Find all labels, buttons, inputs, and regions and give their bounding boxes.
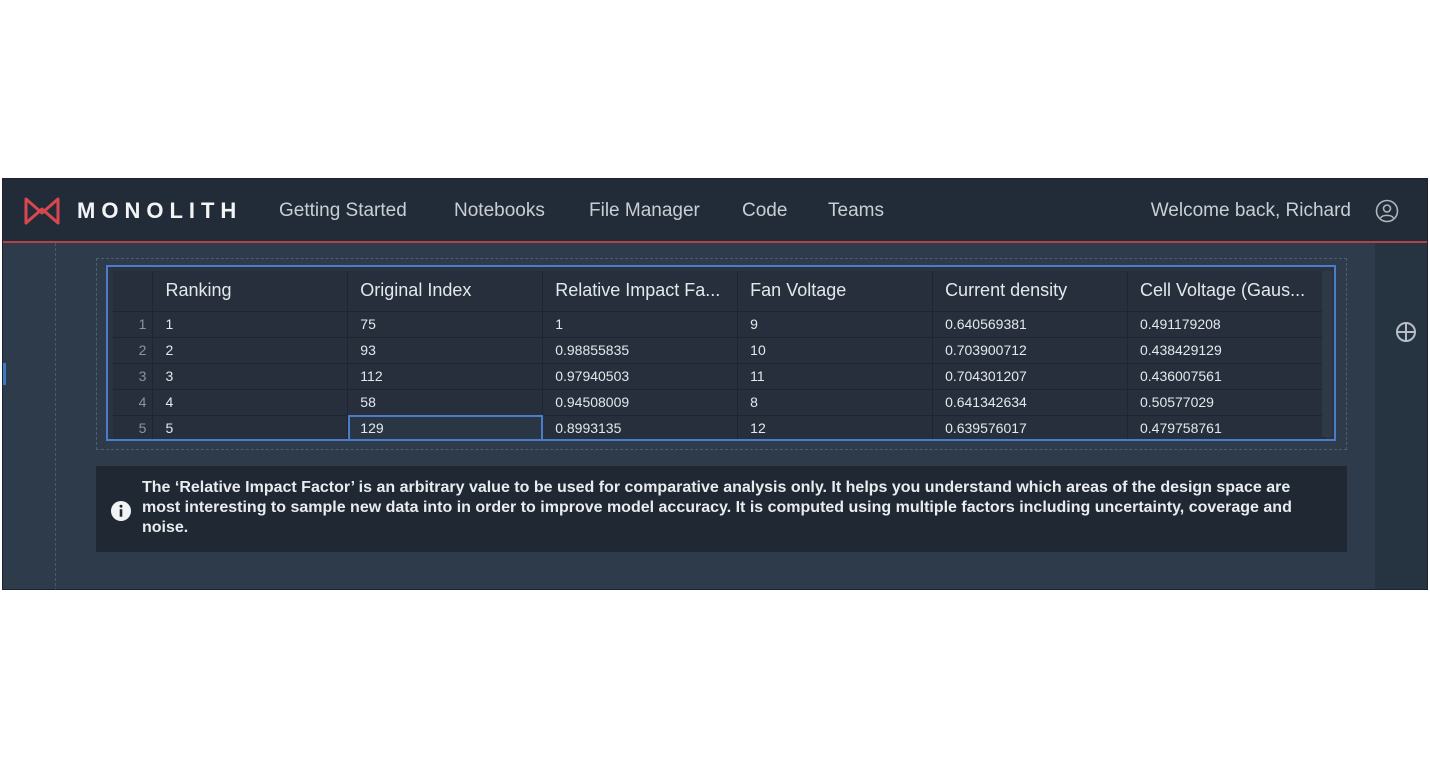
table-cell[interactable]: 0.640569381 xyxy=(932,311,1128,338)
table-cell[interactable]: 3 xyxy=(152,363,349,390)
selected-table-cell[interactable]: 129 xyxy=(347,415,544,439)
table-cell[interactable]: 93 xyxy=(347,337,544,364)
right-sidebar xyxy=(1375,243,1427,589)
table-cell[interactable]: 0.436007561 xyxy=(1127,363,1326,390)
column-header-cell-voltage[interactable]: Cell Voltage (Gaus... xyxy=(1127,271,1326,312)
table-cell[interactable]: 5 xyxy=(152,415,349,439)
table-header-row: Ranking Original Index Relative Impact F… xyxy=(113,271,1326,312)
nav-teams[interactable]: Teams xyxy=(828,201,884,221)
left-sidebar xyxy=(3,243,56,589)
table-cell[interactable]: 10 xyxy=(737,337,934,364)
table-row: 5 5 129 0.8993135 12 0.639576017 0.47975… xyxy=(113,415,1326,439)
table-cell[interactable]: 0.703900712 xyxy=(932,337,1128,364)
table-cell[interactable]: 8 xyxy=(737,389,934,416)
row-number: 1 xyxy=(113,311,154,338)
table-cell[interactable]: 2 xyxy=(152,337,349,364)
nav-file-manager[interactable]: File Manager xyxy=(589,201,700,221)
column-header-relative-impact-factor[interactable]: Relative Impact Fa... xyxy=(542,271,739,312)
table-cell[interactable]: 1 xyxy=(542,311,739,338)
table-cell[interactable]: 112 xyxy=(347,363,544,390)
column-header-original-index[interactable]: Original Index xyxy=(347,271,544,312)
column-header-fan-voltage[interactable]: Fan Voltage xyxy=(737,271,934,312)
welcome-message: Welcome back, Richard xyxy=(1150,200,1351,221)
table-row: 4 4 58 0.94508009 8 0.641342634 0.505770… xyxy=(113,389,1326,416)
app-window: MONOLITH Getting Started Notebooks File … xyxy=(2,178,1428,590)
table-cell[interactable]: 0.479758761 xyxy=(1127,415,1326,439)
table-row: 3 3 112 0.97940503 11 0.704301207 0.4360… xyxy=(113,363,1326,390)
row-number-header xyxy=(113,271,154,312)
row-number: 5 xyxy=(113,415,154,439)
table-cell[interactable]: 0.491179208 xyxy=(1127,311,1326,338)
table-row: 2 2 93 0.98855835 10 0.703900712 0.43842… xyxy=(113,337,1326,364)
globe-icon[interactable] xyxy=(1395,321,1417,343)
table-cell[interactable]: 0.97940503 xyxy=(542,363,739,390)
table-cell[interactable]: 12 xyxy=(737,415,934,439)
column-header-ranking[interactable]: Ranking xyxy=(152,271,349,312)
table-cell[interactable]: 58 xyxy=(347,389,544,416)
table-row: 1 1 75 1 9 0.640569381 0.491179208 xyxy=(113,311,1326,338)
nav-code[interactable]: Code xyxy=(742,201,787,221)
info-banner: The ‘Relative Impact Factor’ is an arbit… xyxy=(96,466,1347,552)
nav-getting-started[interactable]: Getting Started xyxy=(279,201,407,221)
results-table: Ranking Original Index Relative Impact F… xyxy=(113,271,1326,439)
nav-notebooks[interactable]: Notebooks xyxy=(454,201,545,221)
vertical-scrollbar[interactable] xyxy=(1322,271,1332,437)
table-cell[interactable]: 9 xyxy=(737,311,934,338)
info-icon xyxy=(111,501,131,521)
table-cell[interactable]: 0.641342634 xyxy=(932,389,1128,416)
row-number: 3 xyxy=(113,363,154,390)
table-cell[interactable]: 4 xyxy=(152,389,349,416)
row-number: 2 xyxy=(113,337,154,364)
table-cell[interactable]: 0.438429129 xyxy=(1127,337,1326,364)
table-cell[interactable]: 0.98855835 xyxy=(542,337,739,364)
table-cell[interactable]: 0.50577029 xyxy=(1127,389,1326,416)
monolith-logo-icon xyxy=(24,197,60,225)
column-header-current-density[interactable]: Current density xyxy=(932,271,1128,312)
brand-name: MONOLITH xyxy=(77,198,243,223)
info-text: The ‘Relative Impact Factor’ is an arbit… xyxy=(142,479,1292,536)
row-number: 4 xyxy=(113,389,154,416)
top-navigation-bar: MONOLITH Getting Started Notebooks File … xyxy=(3,179,1427,243)
table-cell[interactable]: 11 xyxy=(737,363,934,390)
sidebar-indicator xyxy=(3,363,6,385)
table-cell[interactable]: 1 xyxy=(152,311,349,338)
table-cell[interactable]: 75 xyxy=(347,311,544,338)
table-cell[interactable]: 0.639576017 xyxy=(932,415,1128,439)
table-cell[interactable]: 0.704301207 xyxy=(932,363,1128,390)
table-cell[interactable]: 0.94508009 xyxy=(542,389,739,416)
user-account-icon[interactable] xyxy=(1375,199,1399,223)
table-cell[interactable]: 0.8993135 xyxy=(542,415,739,439)
results-table-frame: Ranking Original Index Relative Impact F… xyxy=(106,265,1336,441)
